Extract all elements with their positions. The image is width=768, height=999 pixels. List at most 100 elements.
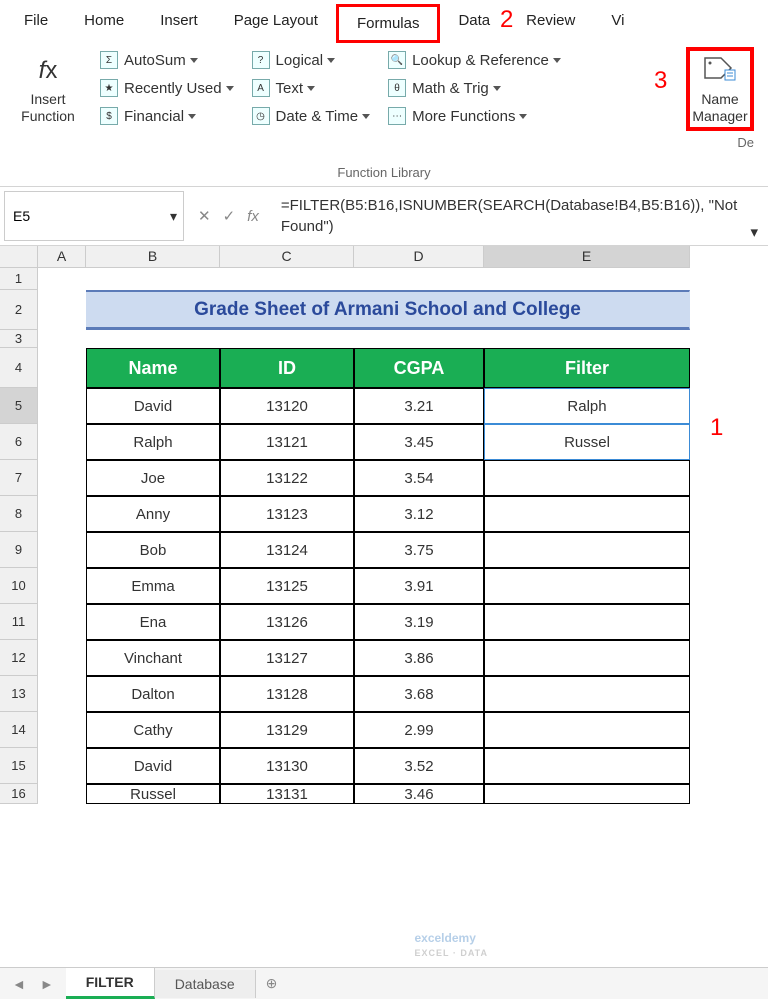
spreadsheet-grid[interactable]: A B C D E 1 2 Grade Sheet of Armani Scho… (0, 246, 768, 946)
group-defined-names: 3 Name Manager De (680, 47, 760, 186)
insert-function-label: Insert Function (21, 91, 75, 125)
formula-input[interactable]: =FILTER(B5:B16,ISNUMBER(SEARCH(Database!… (269, 187, 762, 245)
lookup-button[interactable]: 🔍Lookup & Reference (382, 47, 567, 73)
table-row: 5 David 13120 3.21 Ralph (0, 388, 768, 424)
row-header-8[interactable]: 8 (0, 496, 38, 532)
datetime-button[interactable]: ◷Date & Time (246, 103, 377, 129)
header-cgpa[interactable]: CGPA (354, 348, 484, 388)
insert-function-button[interactable]: fx Insert Function (14, 47, 82, 131)
sheet-tab-filter[interactable]: FILTER (66, 968, 155, 999)
clock-icon: ◷ (252, 107, 270, 125)
dots-icon: ⋯ (388, 107, 406, 125)
name-box-dropdown-icon[interactable]: ▾ (164, 208, 183, 225)
group-insert-function: fx Insert Function (8, 47, 88, 186)
financial-button[interactable]: $Financial (94, 103, 240, 129)
col-header-B[interactable]: B (86, 246, 220, 268)
fx-insert-icon[interactable]: fx (247, 208, 259, 225)
row-header-4[interactable]: 4 (0, 348, 38, 388)
star-icon: ★ (100, 79, 118, 97)
logical-button[interactable]: ?Logical (246, 47, 377, 73)
column-headers: A B C D E (0, 246, 768, 268)
row-header-3[interactable]: 3 (0, 330, 38, 348)
cell-E6[interactable]: Russel (484, 424, 690, 460)
select-all-corner[interactable] (0, 246, 38, 268)
tab-formulas[interactable]: Formulas (336, 4, 441, 43)
title-cell[interactable]: Grade Sheet of Armani School and College (86, 290, 690, 330)
annotation-1: 1 (710, 414, 723, 442)
tab-view[interactable]: Vi (593, 4, 642, 43)
defined-names-label: De (686, 131, 754, 156)
row-header-2[interactable]: 2 (0, 290, 38, 330)
recently-used-button[interactable]: ★Recently Used (94, 75, 240, 101)
text-icon: A (252, 79, 270, 97)
name-manager-label: Name Manager (692, 91, 747, 125)
group-function-library: ΣAutoSum ★Recently Used $Financial ?Logi… (88, 47, 680, 186)
row-header-11[interactable]: 11 (0, 604, 38, 640)
tab-home[interactable]: Home (66, 4, 142, 43)
sheet-next-icon[interactable]: ► (40, 976, 54, 992)
table-row: 12 Vinchant 13127 3.86 (0, 640, 768, 676)
col-header-A[interactable]: A (38, 246, 86, 268)
table-row: 14 Cathy 13129 2.99 (0, 712, 768, 748)
name-box-input[interactable] (5, 202, 164, 230)
row-header-13[interactable]: 13 (0, 676, 38, 712)
search-icon: 🔍 (388, 51, 406, 69)
question-icon: ? (252, 51, 270, 69)
header-id[interactable]: ID (220, 348, 354, 388)
tab-insert[interactable]: Insert (142, 4, 216, 43)
formula-bar: ▾ ✕ ✓ fx =FILTER(B5:B16,ISNUMBER(SEARCH(… (0, 187, 768, 246)
row-header-14[interactable]: 14 (0, 712, 38, 748)
math-trig-button[interactable]: θMath & Trig (382, 75, 567, 101)
sheet-prev-icon[interactable]: ◄ (12, 976, 26, 992)
sigma-icon: Σ (100, 51, 118, 69)
ribbon-tabs: File Home Insert Page Layout Formulas Da… (0, 0, 768, 43)
sheet-tab-bar: ◄ ► FILTER Database ⊕ (0, 967, 768, 999)
ribbon-body: fx Insert Function ΣAutoSum ★Recently Us… (0, 43, 768, 187)
col-header-C[interactable]: C (220, 246, 354, 268)
table-row: 13 Dalton 13128 3.68 (0, 676, 768, 712)
row-header-15[interactable]: 15 (0, 748, 38, 784)
tab-data[interactable]: Data (440, 4, 508, 43)
row-header-9[interactable]: 9 (0, 532, 38, 568)
formula-bar-buttons: ✕ ✓ fx (188, 187, 269, 245)
tab-review[interactable]: Review (508, 4, 593, 43)
tab-file[interactable]: File (6, 4, 66, 43)
formula-text: =FILTER(B5:B16,ISNUMBER(SEARCH(Database!… (281, 197, 737, 235)
row-header-10[interactable]: 10 (0, 568, 38, 604)
table-row: 8 Anny 13123 3.12 (0, 496, 768, 532)
enter-icon[interactable]: ✓ (223, 207, 236, 225)
table-row: 9 Bob 13124 3.75 (0, 532, 768, 568)
name-manager-button[interactable]: Name Manager (686, 47, 754, 131)
new-sheet-button[interactable]: ⊕ (256, 975, 288, 992)
col-header-D[interactable]: D (354, 246, 484, 268)
function-library-label: Function Library (94, 161, 674, 186)
row-header-16[interactable]: 16 (0, 784, 38, 804)
annotation-3: 3 (654, 67, 667, 95)
row-header-5[interactable]: 5 (0, 388, 38, 424)
header-name[interactable]: Name (86, 348, 220, 388)
fx-icon: fx (30, 53, 66, 89)
row-header-6[interactable]: 6 (0, 424, 38, 460)
money-icon: $ (100, 107, 118, 125)
table-row: 10 Emma 13125 3.91 (0, 568, 768, 604)
row-header-1[interactable]: 1 (0, 268, 38, 290)
theta-icon: θ (388, 79, 406, 97)
name-box[interactable]: ▾ (4, 191, 184, 241)
row-header-12[interactable]: 12 (0, 640, 38, 676)
header-filter[interactable]: Filter (484, 348, 690, 388)
annotation-2: 2 (500, 6, 513, 34)
sheet-tab-database[interactable]: Database (155, 970, 256, 998)
more-functions-button[interactable]: ⋯More Functions (382, 103, 567, 129)
expand-formula-bar-icon[interactable]: ▾ (750, 222, 758, 243)
text-button[interactable]: AText (246, 75, 377, 101)
tab-page-layout[interactable]: Page Layout (216, 4, 336, 43)
cell-E5[interactable]: Ralph (484, 388, 690, 424)
autosum-button[interactable]: ΣAutoSum (94, 47, 240, 73)
table-row: 11 Ena 13126 3.19 (0, 604, 768, 640)
col-header-E[interactable]: E (484, 246, 690, 268)
row-header-7[interactable]: 7 (0, 460, 38, 496)
table-row: 7 Joe 13122 3.54 (0, 460, 768, 496)
grid-rows: 1 2 Grade Sheet of Armani School and Col… (0, 268, 768, 804)
table-row: 16 Russel 13131 3.46 (0, 784, 768, 804)
cancel-icon[interactable]: ✕ (198, 207, 211, 225)
